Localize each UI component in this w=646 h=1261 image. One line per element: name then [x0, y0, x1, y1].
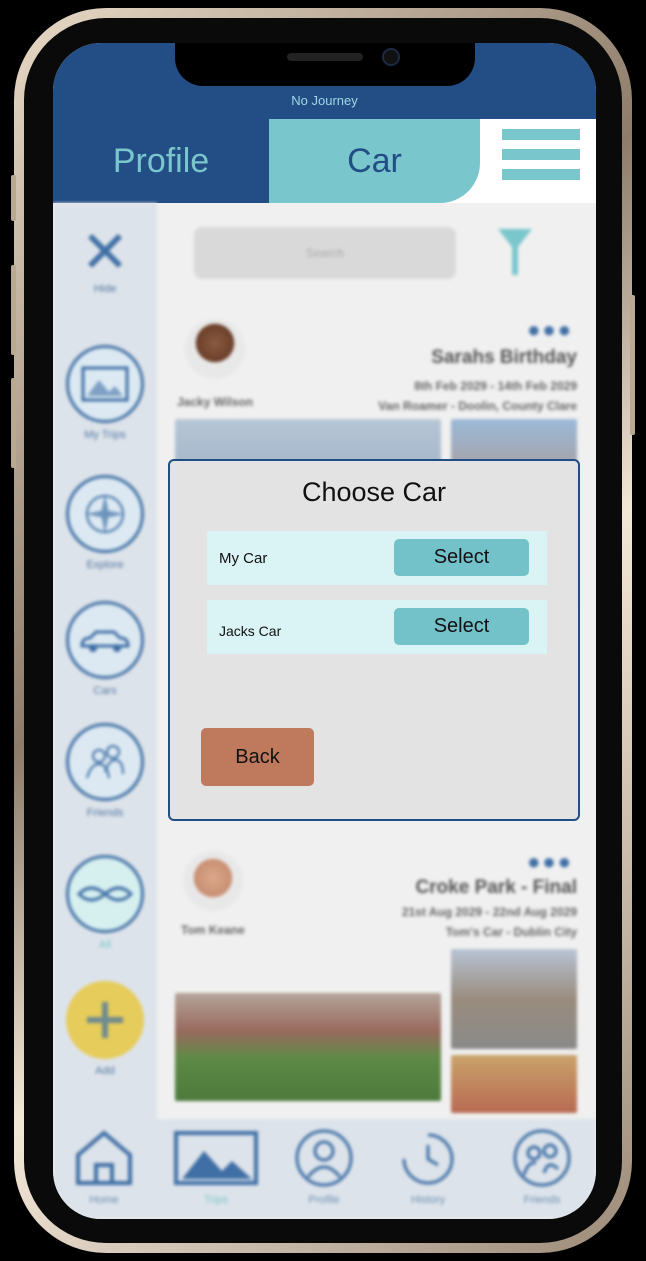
trip-details: Tom's Car - Dublin City	[445, 925, 577, 939]
nav-profile[interactable]: Profile	[279, 1129, 369, 1206]
trip-photo	[175, 993, 441, 1101]
car-icon	[66, 601, 144, 679]
person-icon	[295, 1129, 353, 1187]
sidebar-item-all[interactable]: All	[63, 855, 147, 951]
dialog-title: Choose Car	[301, 477, 447, 507]
nav-label: Friends	[523, 1194, 561, 1206]
trip-title: Sarahs Birthday	[431, 347, 577, 368]
bottom-nav: Home Trips Profile History Friends	[53, 1119, 596, 1219]
nav-label: Home	[89, 1194, 119, 1206]
filter-icon[interactable]	[498, 227, 532, 277]
sidebar-item-add[interactable]: Add	[63, 981, 147, 1077]
mute-switch	[11, 175, 16, 221]
tab-car[interactable]: Car	[269, 119, 480, 203]
car-name: My Car	[219, 550, 268, 567]
sidebar-item-label: All	[98, 939, 112, 951]
camera-icon	[382, 48, 400, 66]
compass-icon	[66, 475, 144, 553]
car-option-row: Jacks Car Select	[207, 600, 547, 654]
trip-dates: 21st Aug 2029 - 22nd Aug 2029	[401, 905, 577, 919]
sidebar-item-explore[interactable]: Explore	[63, 475, 147, 571]
sidebar-item-label: Cars	[93, 685, 117, 697]
picture-icon	[174, 1131, 258, 1185]
close-icon: ✕	[80, 220, 130, 285]
sidebar-item-label: Explore	[86, 559, 124, 571]
nav-trips[interactable]: Trips	[171, 1129, 261, 1206]
nav-label: Trips	[203, 1194, 229, 1206]
speaker	[287, 53, 363, 61]
plus-icon	[66, 981, 144, 1059]
tab-profile[interactable]: Profile	[53, 119, 269, 203]
trip-user-name: Jacky Wilson	[177, 395, 253, 409]
trip-details: Van Roamer - Doolin, County Clare	[378, 399, 577, 413]
select-car-button[interactable]: Select	[394, 608, 529, 645]
trip-photo	[451, 1055, 577, 1113]
sidebar-item-my-trips[interactable]: My Trips	[63, 345, 147, 441]
top-tab-bar: Profile Car	[53, 119, 596, 203]
infinity-icon	[66, 855, 144, 933]
volume-down-button	[11, 378, 16, 468]
nav-label: Profile	[308, 1194, 340, 1206]
phone-screen: No Journey Profile Car ✕ Hide My Trips E…	[53, 43, 596, 1219]
nav-friends[interactable]: Friends	[497, 1129, 587, 1206]
choose-car-dialog: Choose Car My Car Select Jacks Car Selec…	[168, 459, 580, 821]
car-option-row: My Car Select	[207, 531, 547, 585]
sidebar-item-label: Friends	[86, 807, 124, 819]
trip-user-name: Tom Keane	[181, 923, 245, 937]
avatar	[185, 319, 245, 379]
trip-photo	[451, 949, 577, 1049]
sidebar-item-label: Add	[95, 1065, 115, 1077]
journey-status: No Journey	[291, 93, 358, 108]
notch	[175, 43, 475, 86]
more-options-icon[interactable]: ●●●	[527, 317, 573, 343]
more-options-icon[interactable]: ●●●	[527, 849, 573, 875]
sidebar-item-label: My Trips	[84, 429, 126, 441]
volume-up-button	[11, 265, 16, 355]
hamburger-menu-icon[interactable]	[502, 129, 580, 180]
people-icon	[513, 1129, 571, 1187]
house-icon	[76, 1130, 132, 1185]
nav-history[interactable]: History	[383, 1129, 473, 1206]
power-button	[630, 295, 635, 435]
sidebar-item-cars[interactable]: Cars	[63, 601, 147, 697]
picture-icon	[66, 345, 144, 423]
trip-dates: 8th Feb 2029 - 14th Feb 2029	[414, 379, 577, 393]
back-button[interactable]: Back	[201, 728, 314, 786]
people-icon	[66, 723, 144, 801]
trip-card[interactable]: Tom Keane ●●● Croke Park - Final 21st Au…	[171, 843, 581, 1113]
sidebar-item-label: Hide	[93, 283, 117, 295]
sidebar-item-friends[interactable]: Friends	[63, 723, 147, 819]
sidebar-item-hide[interactable]: ✕ Hide	[63, 220, 147, 296]
sidebar: ✕ Hide My Trips Explore Cars Friends All…	[53, 203, 157, 1119]
trip-title: Croke Park - Final	[415, 877, 577, 898]
car-name: Jacks Car	[219, 623, 282, 639]
search-input[interactable]: Search	[194, 227, 456, 279]
select-car-button[interactable]: Select	[394, 539, 529, 576]
clock-icon	[402, 1133, 454, 1185]
nav-home[interactable]: Home	[59, 1129, 149, 1206]
avatar	[183, 851, 243, 911]
nav-label: History	[410, 1194, 446, 1206]
